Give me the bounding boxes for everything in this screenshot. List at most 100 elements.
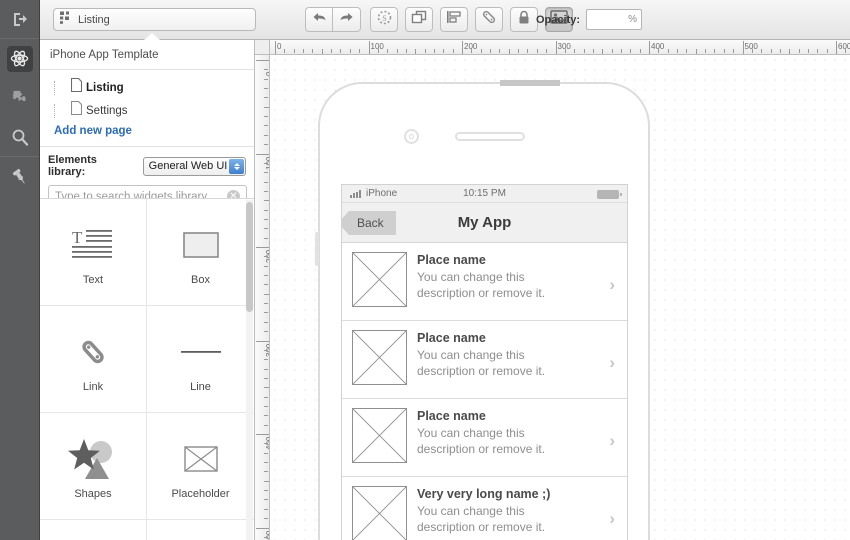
ruler-tick	[264, 238, 268, 239]
ruler-tick	[264, 210, 268, 211]
nav-bar: Back My App	[342, 203, 627, 243]
ruler-tick	[490, 49, 491, 53]
chevron-right-icon: ›	[609, 431, 615, 451]
horizontal-ruler[interactable]: 0100200300400500600	[255, 40, 850, 55]
redo-button[interactable]	[333, 7, 361, 32]
elements-library-row: Elements library: General Web UI	[40, 147, 254, 184]
ruler-tick	[264, 275, 268, 276]
ruler-tick	[264, 359, 268, 360]
ruler-tick	[264, 406, 268, 407]
ruler-tick	[264, 312, 268, 313]
duplicate-button[interactable]	[405, 7, 433, 32]
rail-item-search[interactable]	[0, 117, 39, 156]
rail-item-export[interactable]	[0, 0, 39, 38]
page-tree: Listing Settings Add new page	[40, 70, 254, 147]
ruler-tick	[264, 69, 268, 70]
ruler-tick	[780, 49, 781, 53]
ruler-tick	[264, 369, 268, 370]
tree-connector	[54, 104, 68, 118]
widget-item-line[interactable]: Line	[147, 306, 254, 413]
opacity-control: Opacity: %	[536, 9, 642, 30]
sketch-button[interactable]: S	[370, 7, 398, 32]
widget-item-empty-2[interactable]	[147, 520, 254, 540]
list-item-desc: You can change this description or remov…	[417, 269, 567, 301]
ruler-tick	[836, 41, 837, 55]
link-button[interactable]	[475, 7, 503, 32]
svg-text:S: S	[382, 14, 386, 23]
ruler-tick	[264, 453, 268, 454]
ruler-tick	[340, 49, 341, 53]
ruler-tick	[264, 172, 268, 173]
ruler-tick	[350, 49, 351, 53]
selection-handle[interactable]	[500, 80, 560, 86]
ruler-tick	[264, 228, 268, 229]
ruler-tick	[761, 49, 762, 53]
page-tree-item-listing[interactable]: Listing	[40, 76, 254, 99]
ruler-tick	[462, 41, 463, 55]
ruler-tick	[264, 425, 268, 426]
ruler-tick	[264, 350, 268, 351]
dashed-circle-icon: S	[377, 10, 392, 30]
page-dropdown[interactable]: Listing	[53, 8, 256, 31]
wireframe-editor-window: Listing	[0, 0, 850, 540]
widget-item-link[interactable]: Link	[40, 306, 147, 413]
widget-label: Placeholder	[171, 488, 229, 500]
rail-item-plugins[interactable]	[0, 78, 39, 117]
star-circle-triangle-icon	[67, 432, 119, 486]
crossed-box-icon	[352, 330, 407, 385]
paperclip-icon	[76, 325, 110, 379]
ruler-tick	[312, 49, 313, 53]
ruler-tick	[471, 49, 472, 53]
ruler-tick	[264, 490, 268, 491]
list-item[interactable]: Place name You can change this descripti…	[342, 243, 627, 321]
widget-item-empty-1[interactable]	[40, 520, 147, 540]
ruler-tick	[714, 49, 715, 53]
atom-icon	[7, 46, 33, 72]
ruler-tick	[612, 49, 613, 53]
ruler-tick	[264, 88, 268, 89]
rail-item-widgets[interactable]	[0, 39, 39, 78]
elements-library-select[interactable]: General Web UI	[143, 157, 246, 176]
panel-scrollbar-thumb[interactable]	[246, 202, 253, 312]
ruler-tick	[264, 116, 268, 117]
status-bar: iPhone 10:15 PM	[342, 185, 627, 203]
ruler-tick	[322, 49, 323, 55]
widget-item-shapes[interactable]: Shapes	[40, 413, 147, 520]
back-button[interactable]: Back	[349, 211, 396, 235]
status-time: 10:15 PM	[342, 188, 627, 199]
ruler-tick	[264, 266, 268, 267]
widget-item-text[interactable]: T Text	[40, 199, 147, 306]
vertical-ruler[interactable]: 0100200300400500	[255, 55, 270, 540]
ruler-tick	[256, 247, 270, 248]
text-lines-icon: T	[71, 218, 115, 272]
ruler-tick	[264, 331, 268, 332]
ruler-tick	[256, 434, 270, 435]
ruler-tick	[621, 49, 622, 53]
iphone-mockup[interactable]: iPhone 10:15 PM Back My App	[318, 82, 650, 540]
align-button[interactable]	[440, 7, 468, 32]
elements-library-label: Elements library:	[48, 154, 137, 178]
ruler-tick	[593, 49, 594, 53]
page-tree-item-settings[interactable]: Settings	[40, 99, 254, 122]
add-new-page-link[interactable]: Add new page	[40, 122, 254, 144]
list-item[interactable]: Place name You can change this descripti…	[342, 399, 627, 477]
horizontal-line-icon	[181, 325, 221, 379]
list-item[interactable]: Very very long name ;) You can change th…	[342, 477, 627, 540]
ruler-tick	[256, 341, 270, 342]
rail-item-pin[interactable]	[0, 157, 39, 196]
lock-button[interactable]	[510, 7, 538, 32]
ruler-tick	[789, 49, 790, 55]
ruler-tick	[640, 49, 641, 53]
widget-item-placeholder[interactable]: Placeholder	[147, 413, 254, 520]
undo-button[interactable]	[305, 7, 333, 32]
widget-item-box[interactable]: Box	[147, 199, 254, 306]
ruler-tick	[743, 41, 744, 55]
opacity-input[interactable]: %	[586, 9, 642, 30]
page-tree-label: Settings	[86, 105, 128, 117]
sitemap-icon	[60, 11, 72, 29]
list-item[interactable]: Place name You can change this descripti…	[342, 321, 627, 399]
ruler-tick	[378, 49, 379, 53]
list-item-desc: You can change this description or remov…	[417, 425, 567, 457]
ruler-tick	[303, 49, 304, 53]
canvas[interactable]: iPhone 10:15 PM Back My App	[255, 40, 850, 540]
